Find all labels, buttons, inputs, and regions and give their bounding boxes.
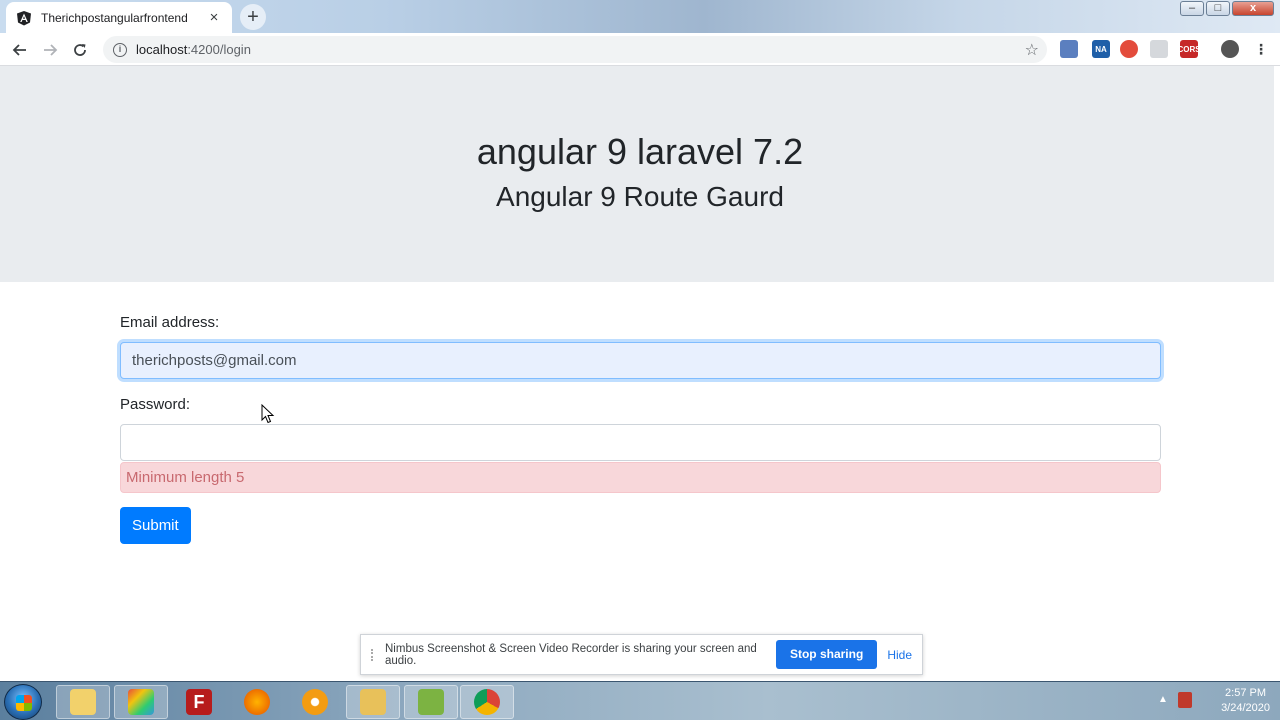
paint-icon bbox=[128, 689, 154, 715]
drag-grip-icon[interactable] bbox=[371, 648, 377, 661]
login-form: Email address: Password: Minimum length … bbox=[120, 314, 1161, 544]
filezilla-icon: F bbox=[186, 689, 212, 715]
close-window-button[interactable]: x bbox=[1232, 1, 1274, 16]
windows-logo-icon bbox=[16, 695, 32, 711]
taskbar-item-settings[interactable] bbox=[288, 685, 342, 719]
screen-sharing-bar: Nimbus Screenshot & Screen Video Recorde… bbox=[360, 634, 923, 675]
maximize-button[interactable]: □ bbox=[1206, 1, 1230, 16]
bookmark-star-icon[interactable]: ☆ bbox=[1025, 40, 1039, 60]
profile-avatar[interactable] bbox=[1221, 40, 1239, 58]
taskbar-item-filezilla[interactable]: F bbox=[172, 685, 226, 719]
back-arrow-icon bbox=[12, 44, 26, 56]
extension-record-icon[interactable] bbox=[1120, 40, 1138, 58]
extension-shield-icon[interactable] bbox=[1150, 40, 1168, 58]
tab-close-icon[interactable]: × bbox=[206, 9, 222, 26]
taskbar-item-firefox[interactable] bbox=[230, 685, 284, 719]
gear-icon bbox=[302, 689, 328, 715]
system-clock[interactable]: 2:57 PM 3/24/2020 bbox=[1221, 686, 1270, 716]
extension-cors-icon[interactable]: CORS bbox=[1177, 40, 1201, 58]
folder-icon bbox=[70, 689, 96, 715]
taskbar-item-notepad[interactable] bbox=[404, 685, 458, 719]
forward-arrow-icon bbox=[44, 44, 58, 56]
submit-button[interactable]: Submit bbox=[120, 507, 191, 544]
url-host: localhost bbox=[136, 42, 188, 57]
tray-expand-icon[interactable]: ▲ bbox=[1158, 694, 1168, 705]
page-title: angular 9 laravel 7.2 bbox=[476, 131, 804, 172]
password-label: Password: bbox=[120, 396, 191, 413]
taskbar-item-explorer[interactable] bbox=[56, 685, 110, 719]
hide-sharing-link[interactable]: Hide bbox=[887, 648, 912, 662]
new-tab-button[interactable]: + bbox=[240, 4, 266, 30]
extension-user-icon[interactable] bbox=[1060, 40, 1078, 58]
extension-na-icon[interactable]: NA bbox=[1092, 40, 1110, 58]
browser-toolbar: i localhost:4200/login ☆ NA CORS ⋮ bbox=[0, 33, 1280, 66]
sharing-message: Nimbus Screenshot & Screen Video Recorde… bbox=[385, 642, 757, 667]
site-info-icon[interactable]: i bbox=[113, 42, 127, 57]
chrome-icon bbox=[474, 689, 500, 715]
clock-time: 2:57 PM bbox=[1225, 687, 1267, 699]
page-subtitle: Angular 9 Route Gaurd bbox=[496, 181, 784, 212]
reload-button[interactable] bbox=[68, 38, 92, 62]
taskbar-item-chrome[interactable] bbox=[460, 685, 514, 719]
mouse-pointer-icon bbox=[261, 404, 275, 424]
clock-date: 3/24/2020 bbox=[1221, 702, 1270, 714]
url-path: :4200/login bbox=[187, 42, 251, 57]
angular-favicon-icon bbox=[17, 10, 31, 25]
email-input[interactable] bbox=[120, 342, 1161, 379]
password-input[interactable] bbox=[120, 424, 1161, 461]
window-controls: – □ x bbox=[1180, 1, 1274, 16]
taskbar-item-folder[interactable] bbox=[346, 685, 400, 719]
address-bar[interactable]: i localhost:4200/login ☆ bbox=[103, 36, 1047, 63]
browser-titlebar: Therichpostangularfrontend × + – □ x bbox=[0, 0, 1280, 33]
jumbotron-header: angular 9 laravel 7.2 Angular 9 Route Ga… bbox=[0, 66, 1280, 282]
forward-button[interactable] bbox=[38, 38, 62, 62]
password-error-alert: Minimum length 5 bbox=[120, 462, 1161, 493]
email-label: Email address: bbox=[120, 314, 220, 331]
right-edge-strip bbox=[1274, 66, 1280, 680]
notepad-icon bbox=[418, 689, 444, 715]
menu-kebab-icon[interactable]: ⋮ bbox=[1252, 40, 1270, 58]
stop-sharing-button[interactable]: Stop sharing bbox=[775, 640, 878, 669]
firefox-icon bbox=[244, 689, 270, 715]
minimize-button[interactable]: – bbox=[1180, 1, 1204, 16]
folder-icon bbox=[360, 689, 386, 715]
start-button[interactable] bbox=[4, 684, 42, 720]
reload-icon bbox=[74, 44, 86, 56]
taskbar-item-paint[interactable] bbox=[114, 685, 168, 719]
back-button[interactable] bbox=[8, 38, 32, 62]
tray-network-icon[interactable] bbox=[1178, 692, 1192, 708]
browser-tab[interactable]: Therichpostangularfrontend × bbox=[6, 2, 232, 33]
windows-taskbar: F ▲ 2:57 PM 3/24/2020 bbox=[0, 681, 1280, 720]
tab-title: Therichpostangularfrontend bbox=[41, 10, 188, 25]
